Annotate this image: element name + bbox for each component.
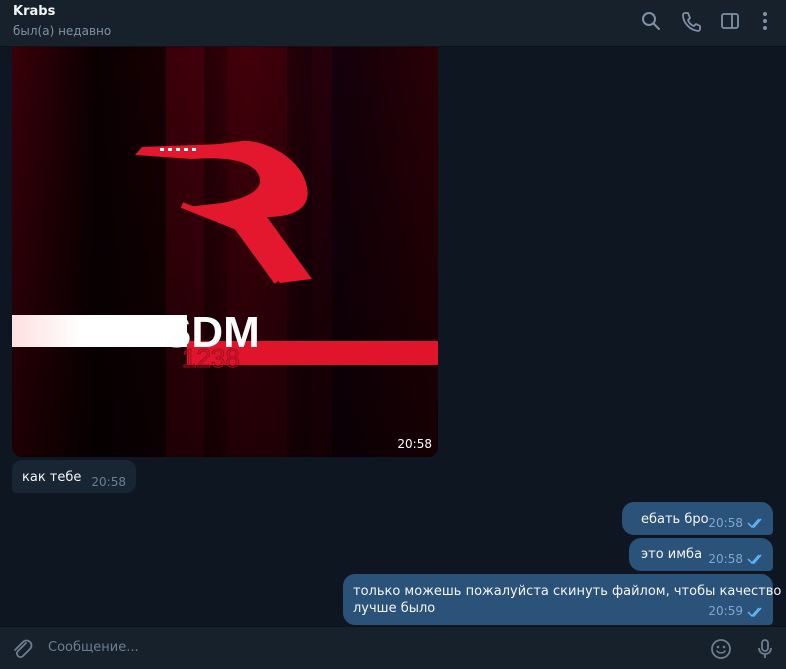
message-composer: Сообщение... <box>0 626 786 669</box>
outgoing-message[interactable]: это имба 20:58 <box>629 538 773 571</box>
message-time: 20:58 <box>708 552 743 566</box>
read-checks-icon <box>747 607 762 617</box>
message-time: 20:58 <box>708 516 743 530</box>
chat-status: был(а) недавно <box>13 24 112 38</box>
phone-icon[interactable] <box>680 10 702 32</box>
message-text-line-1: только можешь пожалуйста скинуть файлом,… <box>353 584 782 599</box>
album-cover-image: SDM 1238 <box>12 47 438 457</box>
chat-header: Krabs был(а) недавно <box>0 0 786 47</box>
message-text: как тебе <box>22 470 82 485</box>
read-checks-icon <box>747 554 762 565</box>
logo-subtext: 1238 <box>182 343 240 373</box>
sidebar-toggle-icon[interactable] <box>719 10 741 32</box>
message-time: 20:59 <box>708 604 743 618</box>
message-text: это имба <box>641 547 703 562</box>
message-text-line-2: лучше было <box>353 601 436 616</box>
read-checks-icon <box>747 518 762 529</box>
more-icon[interactable] <box>754 10 776 32</box>
incoming-message[interactable]: как тебе 20:58 <box>12 460 136 493</box>
message-list[interactable]: SDM 1238 20:58 как тебе 20:58 ебать бро … <box>0 47 786 626</box>
message-time: 20:58 <box>91 475 126 489</box>
outgoing-message[interactable]: только можешь пожалуйста скинуть файлом,… <box>343 574 782 625</box>
attach-icon[interactable] <box>10 637 34 661</box>
emoji-icon[interactable] <box>709 637 733 661</box>
message-text: ебать бро <box>641 512 709 527</box>
message-input[interactable]: Сообщение... <box>48 640 139 655</box>
microphone-icon[interactable] <box>753 637 777 661</box>
chat-title[interactable]: Krabs <box>13 4 55 19</box>
search-icon[interactable] <box>640 10 662 32</box>
photo-message[interactable]: SDM 1238 20:58 <box>12 47 438 457</box>
outgoing-message[interactable]: ебать бро 20:58 <box>622 502 773 535</box>
photo-timestamp: 20:58 <box>397 437 432 451</box>
